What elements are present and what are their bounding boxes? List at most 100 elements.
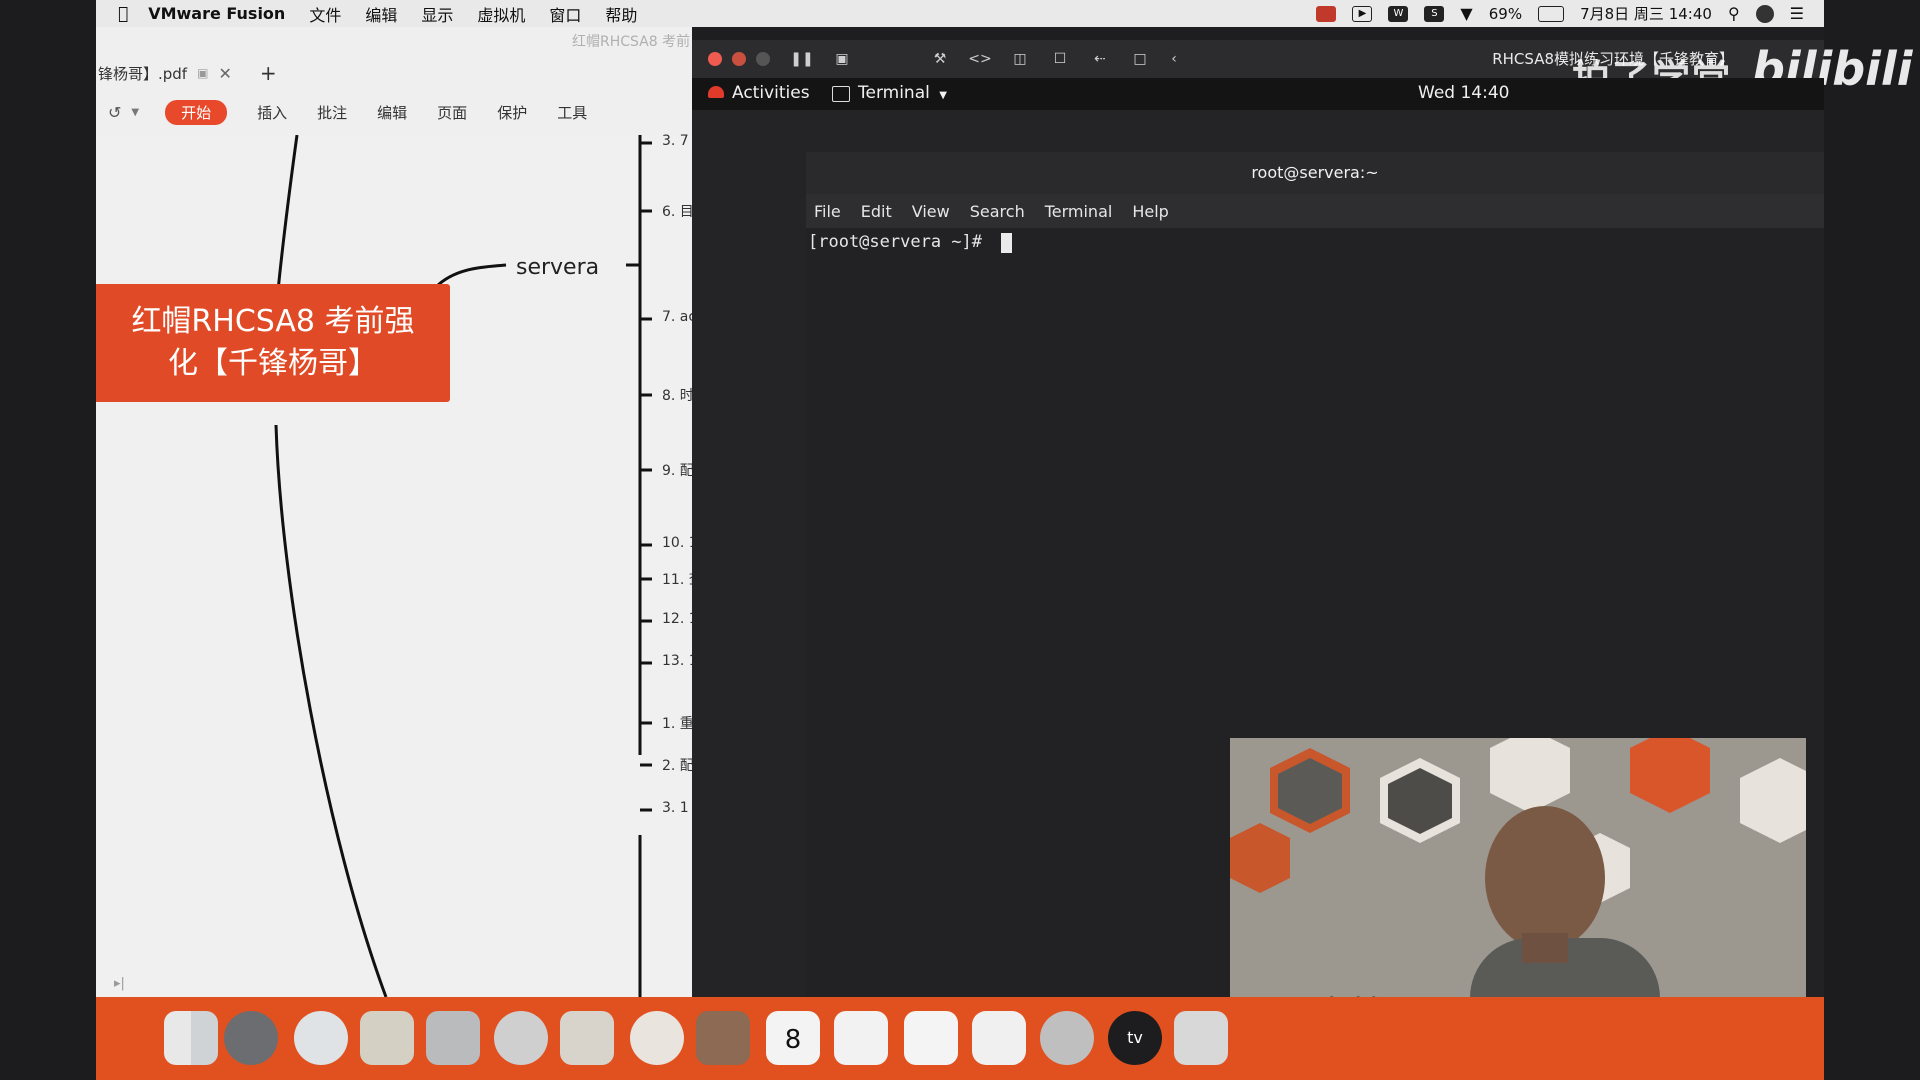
numbers-icon[interactable] xyxy=(1174,1011,1228,1065)
safari-icon[interactable] xyxy=(294,1011,348,1065)
share-icon[interactable]: ⇠ xyxy=(1088,48,1112,70)
terminal-menu-help[interactable]: Help xyxy=(1132,202,1168,221)
mindmap-branch-label[interactable]: 11. 查 xyxy=(662,569,692,589)
menu-help[interactable]: 帮助 xyxy=(605,2,637,26)
notes-icon[interactable] xyxy=(904,1011,958,1065)
window-minimize-button[interactable] xyxy=(732,52,746,66)
activities-button[interactable]: Activities xyxy=(732,83,810,103)
back-icon[interactable]: ‹ xyxy=(1162,48,1186,70)
battery-percent: 69% xyxy=(1488,4,1523,23)
terminal-app-menu[interactable]: Terminal ▼ xyxy=(858,83,947,103)
screen-record-icon[interactable] xyxy=(1316,5,1337,22)
mindmap-branch-label[interactable]: 9. 配 xyxy=(662,460,692,480)
folder-icon[interactable]: □ xyxy=(1128,48,1152,70)
menu-vm[interactable]: 虚拟机 xyxy=(477,2,525,26)
contacts-icon[interactable] xyxy=(696,1011,750,1065)
finder-icon[interactable] xyxy=(164,1011,218,1065)
pdf-footer: ▸| xyxy=(96,972,692,997)
menubar-clock[interactable]: 7月8日 周三 14:40 xyxy=(1580,3,1712,24)
mindmap-branch-label[interactable]: 3. 7 xyxy=(662,133,689,149)
battery-icon[interactable] xyxy=(1538,5,1565,22)
mindmap-canvas[interactable]: 3. 7 6. 目 7. ac 8. 时 9. 配 10. 1 11. 查 12. 1 13. … xyxy=(96,133,692,997)
pdf-tab[interactable]: 锋杨哥】.pdf xyxy=(98,63,187,84)
terminal-app-icon xyxy=(832,86,850,102)
notification-center-icon[interactable]: ☰ xyxy=(1790,4,1804,23)
mindmap-branch-label[interactable]: 12. 1 xyxy=(662,611,692,627)
mindmap-branch-label[interactable]: 13. 1 xyxy=(662,653,692,669)
siri-icon[interactable] xyxy=(1755,4,1774,23)
terminal-menu-view[interactable]: View xyxy=(912,202,950,221)
mindmap-branch-label[interactable]: 6. 目 xyxy=(662,201,692,221)
menu-window[interactable]: 窗口 xyxy=(549,2,581,26)
wps-icon[interactable]: W xyxy=(1388,5,1409,22)
mindmap-branch-label[interactable]: 7. ac xyxy=(662,309,692,325)
menu-view[interactable]: 显示 xyxy=(421,2,453,26)
mindmap-node-servera[interactable]: servera xyxy=(516,255,599,280)
apple-tv-icon[interactable]: tv xyxy=(1108,1011,1162,1065)
maps-icon[interactable] xyxy=(560,1011,614,1065)
chevron-down-icon[interactable]: ▼ xyxy=(131,107,139,118)
s-app-icon[interactable]: S xyxy=(1424,5,1445,22)
mindmap-branch-label[interactable]: 3. 1 xyxy=(662,800,689,816)
podcasts-icon[interactable] xyxy=(1040,1011,1094,1065)
mindmap-branch-label[interactable]: 10. 1 xyxy=(662,535,692,551)
code-icon[interactable]: <> xyxy=(968,48,992,70)
apple-icon[interactable]:  xyxy=(118,4,128,24)
tab-tools[interactable]: 工具 xyxy=(557,102,587,123)
undo-icon[interactable]: ↺ xyxy=(108,103,121,122)
mail-icon[interactable] xyxy=(360,1011,414,1065)
pdf-reader-window: 红帽RHCSA8 考前 锋杨哥】.pdf ▣ ✕ + ↺ ▼ 开始 插入 批注 … xyxy=(96,27,692,997)
mindmap-root-line2: 化【千锋杨哥】 xyxy=(167,346,378,381)
facetime-icon[interactable] xyxy=(426,1011,480,1065)
tab-edit[interactable]: 编辑 xyxy=(377,102,407,123)
tab-page[interactable]: 页面 xyxy=(437,102,467,123)
menu-edit[interactable]: 编辑 xyxy=(365,2,397,26)
photos-icon[interactable] xyxy=(630,1011,684,1065)
close-icon[interactable]: ✕ xyxy=(218,64,231,83)
terminal-cursor xyxy=(1001,233,1012,253)
music-icon[interactable] xyxy=(972,1011,1026,1065)
menu-file[interactable]: 文件 xyxy=(309,2,341,26)
pdf-tab-pin-icon[interactable]: ▣ xyxy=(197,66,208,80)
mindmap-root-line1: 红帽RHCSA8 考前强 xyxy=(131,304,415,339)
pause-icon[interactable]: ❚❚ xyxy=(790,48,814,70)
terminal-app-menu-label: Terminal xyxy=(858,83,930,103)
mindmap-branch-label[interactable]: 2. 配 xyxy=(662,755,692,775)
window-close-button[interactable] xyxy=(708,52,722,66)
calendar-icon[interactable]: 8 xyxy=(766,1011,820,1065)
new-tab-icon[interactable]: + xyxy=(260,61,277,85)
lock-icon[interactable]: ☐ xyxy=(1048,48,1072,70)
mindmap-root-node[interactable]: 红帽RHCSA8 考前强 化【千锋杨哥】 xyxy=(96,284,450,402)
expand-sidebar-icon[interactable]: ▸| xyxy=(114,976,125,991)
terminal-title: root@servera:~ xyxy=(806,152,1824,194)
gnome-top-bar: Activities Terminal ▼ Wed 14:40 xyxy=(692,78,1824,110)
mindmap-branch-label[interactable]: 8. 时 xyxy=(662,385,692,405)
terminal-prompt[interactable]: [root@servera ~]# xyxy=(808,232,992,252)
mac-menubar:  VMware Fusion 文件 编辑 显示 虚拟机 窗口 帮助 ▶ W S… xyxy=(96,0,1824,27)
right-letterbox xyxy=(1824,0,1920,1080)
tab-insert[interactable]: 插入 xyxy=(257,102,287,123)
camera-icon[interactable]: ▶ xyxy=(1352,5,1373,22)
tab-protect[interactable]: 保护 xyxy=(497,102,527,123)
tab-annotate[interactable]: 批注 xyxy=(317,102,347,123)
window-zoom-button[interactable] xyxy=(756,52,770,66)
gnome-clock[interactable]: Wed 14:40 xyxy=(1418,83,1509,103)
terminal-menu-file[interactable]: File xyxy=(814,202,841,221)
terminal-menu-edit[interactable]: Edit xyxy=(861,202,892,221)
search-icon[interactable]: ⚲ xyxy=(1728,4,1740,23)
mac-dock: 8 tv xyxy=(96,997,1824,1080)
messages-icon[interactable] xyxy=(494,1011,548,1065)
pdf-window-title: 红帽RHCSA8 考前 xyxy=(572,34,691,50)
app-menu-vmware[interactable]: VMware Fusion xyxy=(148,4,285,23)
launchpad-icon[interactable] xyxy=(224,1011,278,1065)
snapshot-icon[interactable]: ▣ xyxy=(830,48,854,70)
wifi-icon[interactable]: ▼ xyxy=(1460,4,1472,23)
tab-start[interactable]: 开始 xyxy=(165,99,228,125)
terminal-menu-terminal[interactable]: Terminal xyxy=(1045,202,1113,221)
reminders-icon[interactable] xyxy=(834,1011,888,1065)
pdf-tab-bar: 锋杨哥】.pdf ▣ ✕ + xyxy=(96,55,692,91)
disk-icon[interactable]: ◫ xyxy=(1008,48,1032,70)
terminal-menu-search[interactable]: Search xyxy=(970,202,1025,221)
wrench-icon[interactable]: ⚒ xyxy=(928,48,952,70)
mindmap-branch-label[interactable]: 1. 重 xyxy=(662,713,692,733)
